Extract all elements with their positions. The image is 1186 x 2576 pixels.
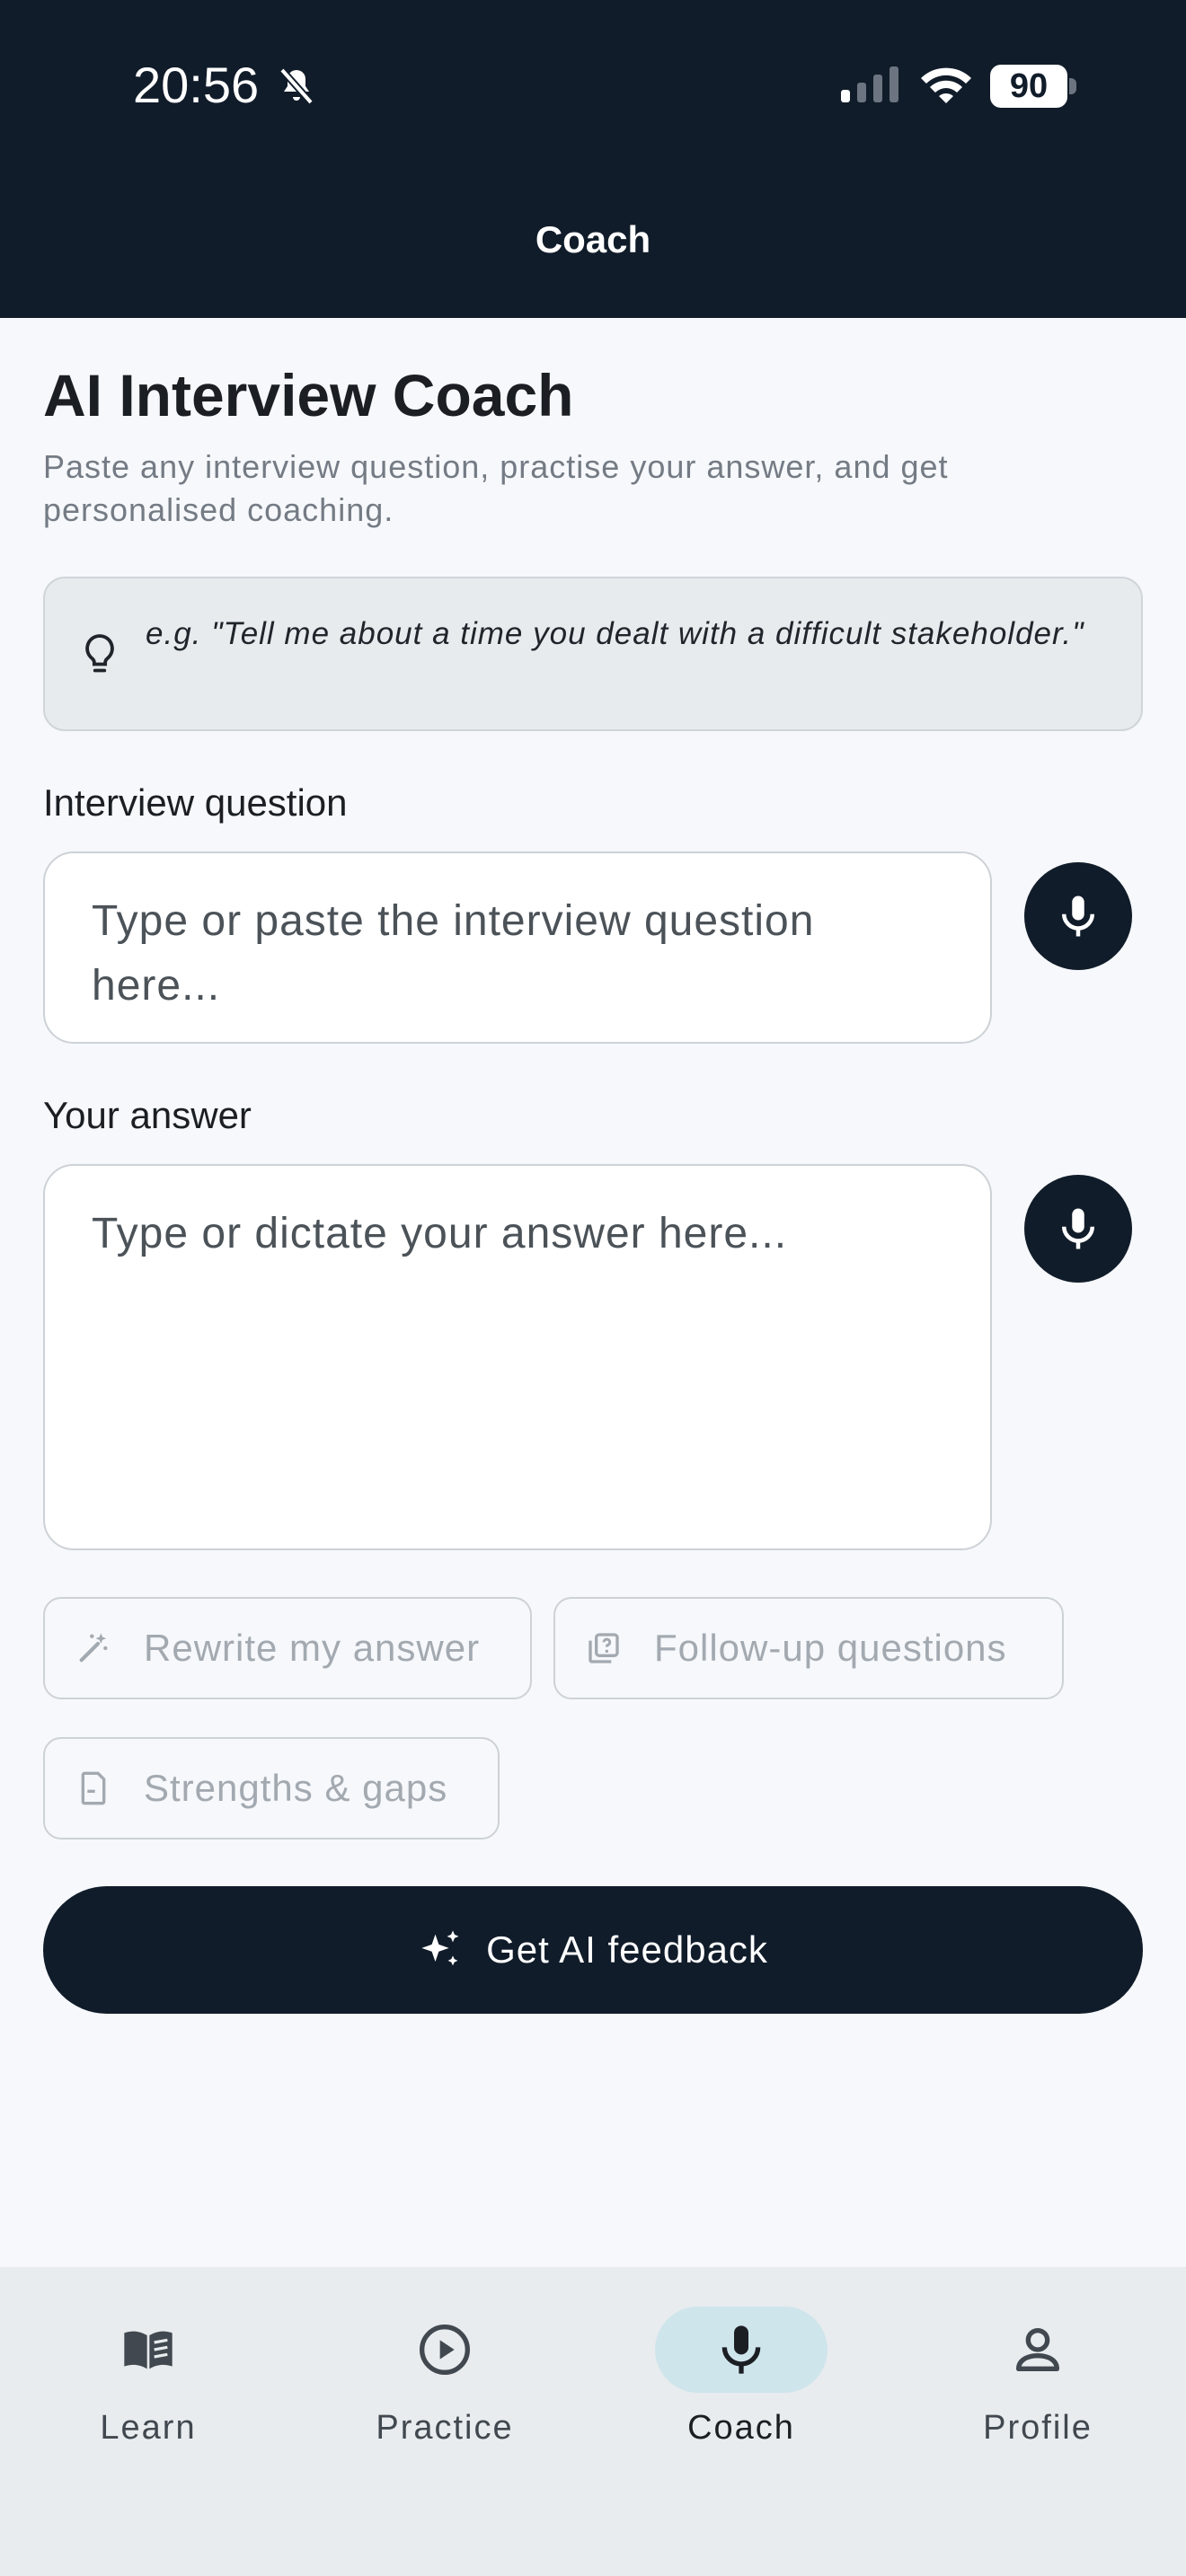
hint-text: e.g. "Tell me about a time you dealt wit… <box>146 616 1084 651</box>
status-time: 20:56 <box>133 57 260 113</box>
mic-icon <box>1062 1208 1094 1249</box>
bottom-navigation: Learn Practice Coach Profile <box>0 2267 1186 2576</box>
nav-label-practice: Practice <box>376 2409 514 2447</box>
battery-icon: 90 <box>990 65 1078 108</box>
question-mic-button[interactable] <box>1024 862 1132 970</box>
coach-screen: 20:56 90 Coach AI Interview Coach Paste … <box>0 0 1186 2576</box>
follow-up-questions-button[interactable]: Follow-up questions <box>553 1597 1064 1699</box>
rewrite-answer-label: Rewrite my answer <box>144 1627 481 1669</box>
answer-mic-button[interactable] <box>1024 1175 1132 1283</box>
book-icon <box>124 2331 173 2369</box>
get-ai-feedback-label: Get AI feedback <box>486 1928 768 1971</box>
nav-item-practice[interactable]: Practice <box>296 2267 593 2465</box>
nav-icon-wrap <box>62 2307 235 2393</box>
rewrite-answer-button[interactable]: Rewrite my answer <box>43 1597 532 1699</box>
question-stack-icon <box>589 1633 619 1663</box>
question-label: Interview question <box>43 781 348 824</box>
magic-wand-icon <box>79 1633 108 1663</box>
battery-level: 90 <box>1009 67 1049 105</box>
answer-label: Your answer <box>43 1094 252 1136</box>
mic-icon <box>721 2325 761 2374</box>
header-bar: 20:56 90 Coach <box>0 0 1186 318</box>
wifi-icon <box>921 67 971 103</box>
page-title: AI Interview Coach <box>43 362 574 428</box>
sparkles-icon <box>421 1930 459 1966</box>
page-subtitle: Paste any interview question, practise y… <box>43 448 949 528</box>
nav-label-coach: Coach <box>687 2409 795 2447</box>
strengths-gaps-label: Strengths & gaps <box>144 1767 448 1809</box>
mic-icon <box>1062 895 1094 937</box>
get-ai-feedback-button[interactable]: Get AI feedback <box>43 1886 1143 2014</box>
nav-item-coach[interactable]: Coach <box>593 2267 890 2465</box>
nav-active-pill <box>655 2307 828 2393</box>
play-circle-icon <box>420 2325 470 2375</box>
signal-icon <box>841 66 898 102</box>
strengths-gaps-button[interactable]: Strengths & gaps <box>43 1737 500 1839</box>
answer-input[interactable]: Type or dictate your answer here... <box>43 1164 992 1550</box>
nav-item-learn[interactable]: Learn <box>0 2267 296 2465</box>
follow-up-questions-label: Follow-up questions <box>654 1627 1007 1669</box>
nav-icon-wrap <box>358 2307 531 2393</box>
battery-cap <box>1069 78 1076 94</box>
document-icon <box>81 1771 106 1805</box>
nav-icon-wrap <box>951 2307 1124 2393</box>
bell-off-icon <box>279 67 314 105</box>
nav-item-profile[interactable]: Profile <box>890 2267 1186 2465</box>
nav-label-profile: Profile <box>983 2409 1093 2447</box>
lightbulb-icon <box>85 634 114 673</box>
person-icon <box>1016 2328 1059 2371</box>
example-hint-card: e.g. "Tell me about a time you dealt wit… <box>43 577 1143 731</box>
nav-label-learn: Learn <box>100 2409 197 2447</box>
question-input[interactable]: Type or paste the interview question her… <box>43 851 992 1044</box>
header-title: Coach <box>535 218 651 260</box>
